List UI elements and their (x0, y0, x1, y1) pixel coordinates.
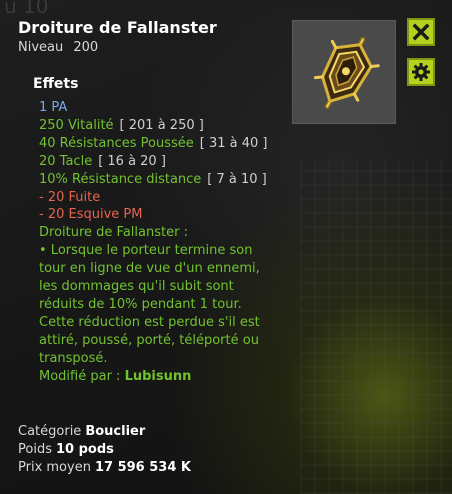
effect-text: 10% Résistance distance (39, 171, 202, 187)
close-button[interactable] (407, 18, 435, 46)
category-label: Catégorie (18, 424, 82, 439)
effect-range: [ 31 à 40 ] (199, 135, 268, 151)
weight-label: Poids (18, 441, 52, 457)
item-tooltip-panel: Droiture de Fallanster Niveau 200 Effets… (0, 0, 452, 494)
item-stats: Catégorie Bouclier Poids 10 pods Prix moye… (18, 423, 191, 476)
effects-list: 1 PA 250 Vitalité [ 201 à 250 ] 40 Résist… (39, 99, 275, 386)
effect-line: 40 Résistances Poussée [ 31 à 40 ] (39, 135, 275, 153)
effect-text: - 20 Esquive PM (39, 207, 143, 223)
stat-category: Catégorie Bouclier (18, 423, 191, 441)
modified-label: Modifié par : (39, 368, 121, 384)
effect-range: [ 201 à 250 ] (119, 117, 204, 133)
price-label: Prix moyen (18, 459, 91, 475)
stat-weight: Poids 10 pods (18, 441, 191, 459)
stat-price: Prix moyen 17 596 534 K (18, 459, 191, 477)
modified-by: Modifié par : Lubisunn (39, 368, 275, 386)
effect-text: 20 Tacle (39, 153, 93, 169)
category-value: Bouclier (85, 424, 146, 439)
close-icon (412, 23, 430, 41)
item-level-value: 200 (73, 40, 99, 55)
effect-text: 40 Résistances Poussée (39, 135, 194, 151)
settings-button[interactable] (407, 58, 435, 86)
item-level: Niveau 200 (18, 40, 98, 55)
shield-icon (313, 36, 380, 110)
effect-line: - 20 Esquive PM (39, 206, 275, 224)
effect-range: [ 7 à 10 ] (207, 171, 267, 187)
item-level-label: Niveau (18, 40, 64, 55)
effect-text: 250 Vitalité (39, 117, 114, 133)
effect-line: - 20 Fuite (39, 189, 275, 207)
effect-text: - 20 Fuite (39, 189, 101, 205)
set-description: Droiture de Fallanster : • Lorsque le po… (39, 224, 275, 385)
price-value: 17 596 534 K (94, 459, 191, 475)
effect-line: 20 Tacle [ 16 à 20 ] (39, 153, 275, 171)
effect-line: 10% Résistance distance [ 7 à 10 ] (39, 171, 275, 189)
item-image-frame (292, 20, 396, 124)
modified-author: Lubisunn (124, 368, 192, 384)
effect-range: [ 16 à 20 ] (98, 153, 166, 169)
effects-title: Effets (33, 76, 79, 92)
effect-line: 250 Vitalité [ 201 à 250 ] (39, 117, 275, 135)
item-name: Droiture de Fallanster (18, 18, 217, 37)
gear-icon (412, 63, 430, 81)
effect-line: 1 PA (39, 99, 275, 117)
description-text: • Lorsque le porteur termine son tour en… (39, 243, 260, 366)
description-title: Droiture de Fallanster : (39, 225, 188, 241)
effect-text: 1 PA (39, 100, 68, 115)
weight-value: 10 pods (55, 441, 114, 457)
